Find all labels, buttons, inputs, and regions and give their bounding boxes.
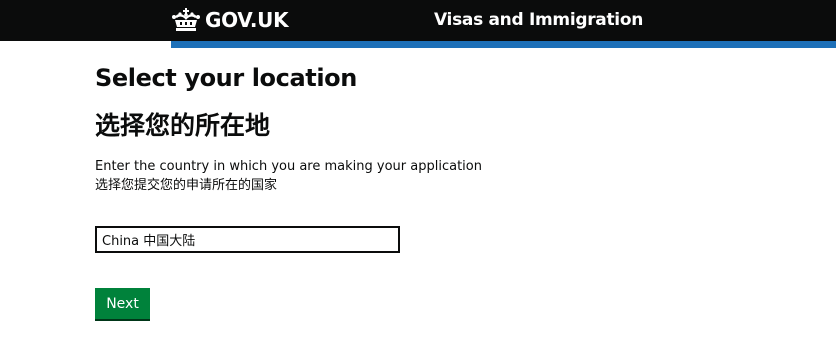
govuk-logo-link[interactable]: GOV.UK xyxy=(171,7,289,33)
page-title-chinese: 选择您的所在地 xyxy=(95,111,271,140)
logo-text: GOV.UK xyxy=(205,8,289,32)
field-hint-english: Enter the country in which you are makin… xyxy=(95,159,482,174)
page-title-english: Select your location xyxy=(95,64,357,92)
country-input[interactable] xyxy=(95,226,400,253)
site-header: GOV.UK Visas and Immigration xyxy=(0,0,836,41)
field-hint-chinese: 选择您提交您的申请所在的国家 xyxy=(95,178,278,193)
crown-icon xyxy=(172,8,200,31)
next-button[interactable]: Next xyxy=(95,288,150,319)
header-stripe xyxy=(171,41,836,48)
service-name-link[interactable]: Visas and Immigration xyxy=(434,9,643,31)
